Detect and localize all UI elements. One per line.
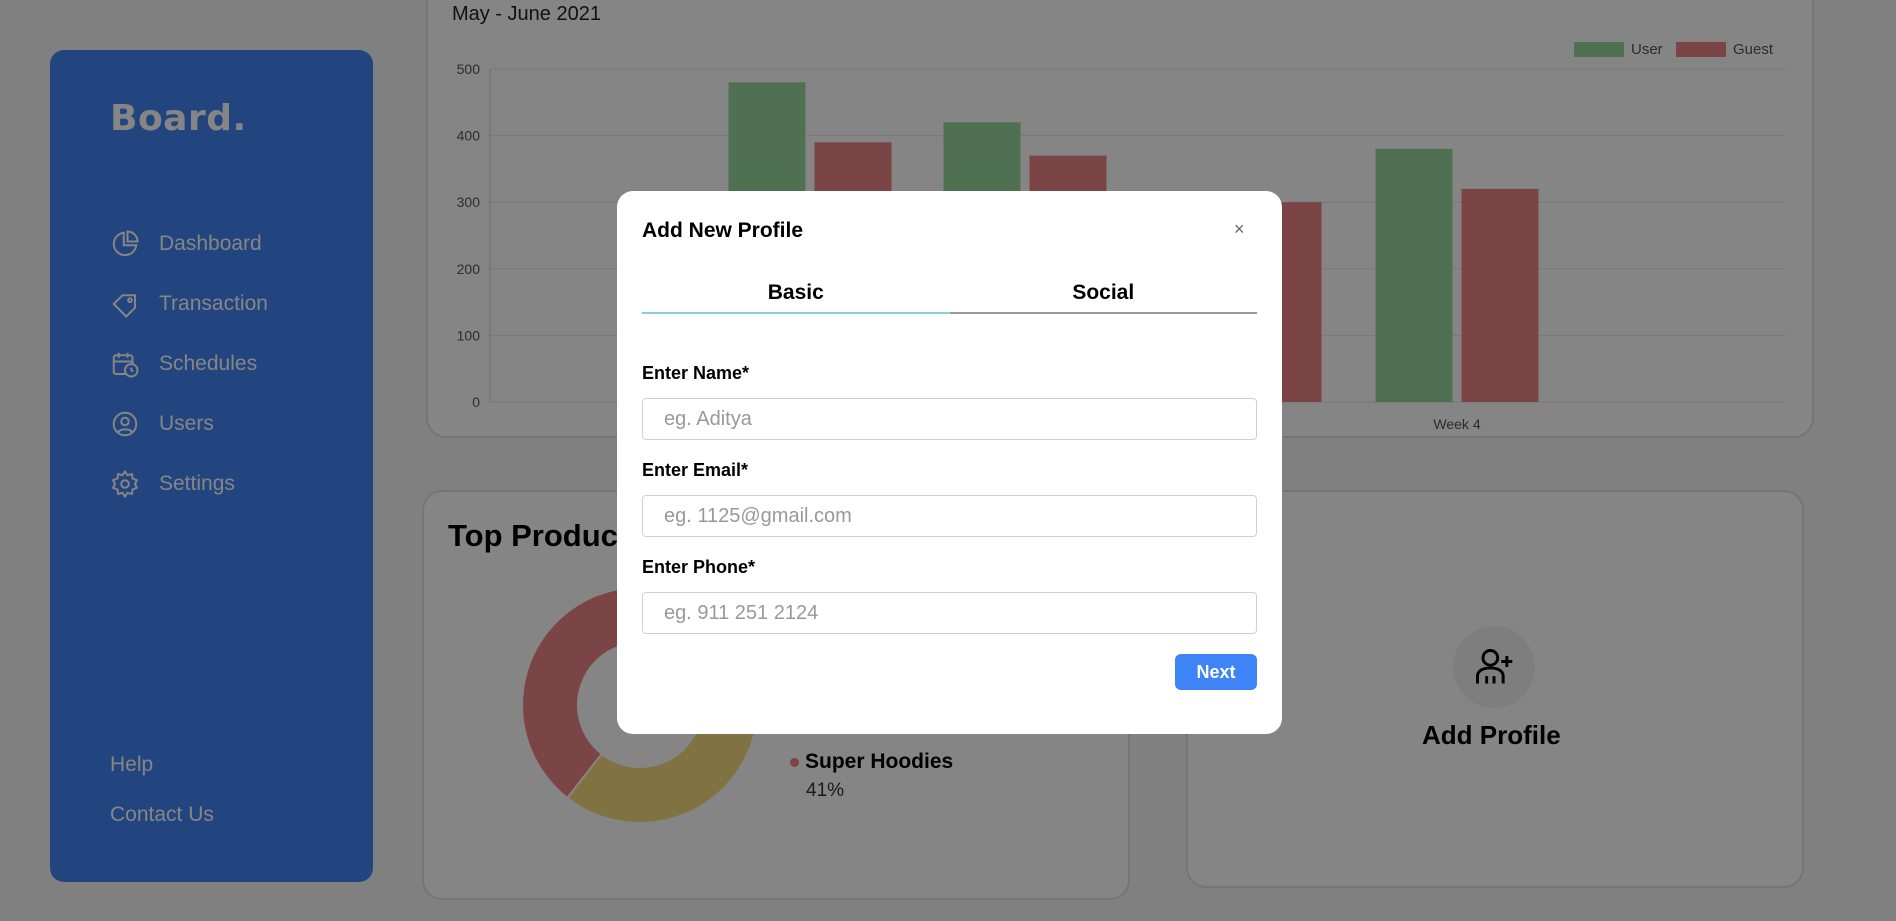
tab-basic[interactable]: Basic: [642, 281, 950, 314]
tab-social[interactable]: Social: [949, 281, 1257, 314]
phone-label: Enter Phone*: [642, 557, 756, 577]
email-label: Enter Email*: [642, 460, 749, 480]
name-input[interactable]: [642, 398, 1257, 440]
close-icon[interactable]: ×: [1234, 219, 1245, 240]
next-button[interactable]: Next: [1175, 654, 1257, 690]
add-profile-modal: Add New Profile × Basic Social Enter Nam…: [617, 191, 1282, 734]
modal-tabs: Basic Social: [642, 281, 1257, 314]
modal-title: Add New Profile: [642, 219, 804, 242]
phone-input[interactable]: [642, 592, 1257, 634]
email-input[interactable]: [642, 495, 1257, 537]
name-label: Enter Name*: [642, 363, 750, 383]
